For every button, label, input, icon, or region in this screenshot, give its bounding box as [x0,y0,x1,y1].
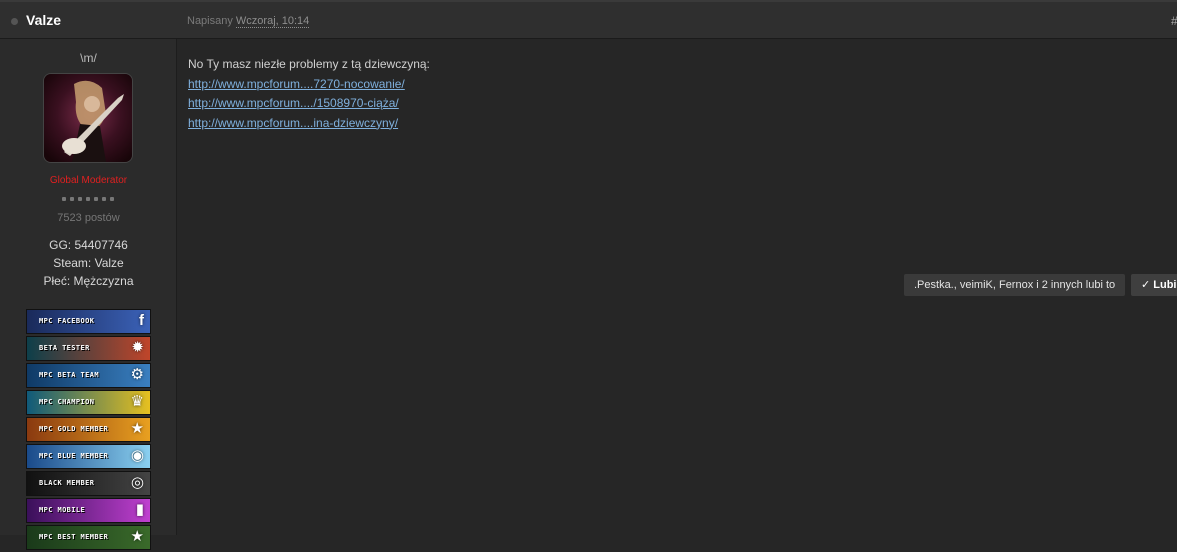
mobile-icon: ▮ [135,501,144,518]
award-badge: MPC FACEBOOK f [26,309,151,334]
rank-pip [62,197,66,201]
author-info-panel: \m/ Global Moderator 7523 postów GG: 544… [0,39,177,550]
award-label: MPC BEST MEMBER [39,533,109,541]
author-name-link[interactable]: Valze [26,12,61,28]
post-link[interactable]: http://www.mpcforum....ina-dziewczyny/ [188,114,430,134]
best-star-icon: ★ [130,528,144,545]
profile-field-steam: Steam: Valze [53,256,124,270]
award-label: MPC GOLD MEMBER [39,425,109,433]
award-label: BLACK MEMBER [39,479,95,487]
post-link[interactable]: http://www.mpcforum..../1508970-ciąża/ [188,94,430,114]
award-badge: BLACK MEMBER ◎ [26,471,151,496]
avatar[interactable] [43,73,133,163]
award-badge: BETA TESTER ✹ [26,336,151,361]
rank-pip [94,197,98,201]
profile-field-gg: GG: 54407746 [49,238,128,252]
like-button[interactable]: ✓ Lubię [1131,274,1177,296]
award-label: MPC CHAMPION [39,398,95,406]
post-time: Wczoraj, 10:14 [235,15,310,28]
blue-orb-icon: ◉ [130,447,144,464]
rank-pip [70,197,74,201]
gears-icon: ⚙ [130,366,144,383]
gold-star-icon: ★ [130,420,144,437]
post-header: Valze Napisany Wczoraj, 10:14 # [0,0,1177,39]
avatar-image [44,74,132,162]
award-label: MPC MOBILE [39,506,86,514]
post-text: No Ty masz niezłe problemy z tą dziewczy… [188,57,430,71]
award-badge: MPC BEST MEMBER ★ [26,525,151,550]
black-orb-icon: ◎ [130,474,144,491]
user-group: Global Moderator [49,175,128,186]
offline-status-icon [11,18,18,25]
likes-list-button[interactable]: .Pestka., veimiK, Fernox i 2 innych lubi… [904,274,1126,296]
rank-pip [78,197,82,201]
rank-pip [110,197,114,201]
trophy-icon: ♛ [130,393,144,410]
award-badges: MPC FACEBOOK f BETA TESTER ✹ MPC BETA TEAM ⚙ M… [26,309,151,552]
post-content: No Ty masz niezłe problemy z tą dziewczy… [188,55,430,133]
rank-pip [86,197,90,201]
profile-field-gender: Płeć: Mężczyzna [43,274,134,288]
award-badge: MPC MOBILE ▮ [26,498,151,523]
post-count: 7523 postów [57,212,120,224]
post-date: Napisany Wczoraj, 10:14 [187,15,310,28]
bug-icon: ✹ [131,339,144,356]
date-prefix: Napisany [187,15,233,27]
award-label: MPC FACEBOOK [39,317,95,325]
award-badge: MPC GOLD MEMBER ★ [26,417,151,442]
rank-pips [62,197,114,201]
rank-pip [102,197,106,201]
award-label: MPC BLUE MEMBER [39,452,109,460]
award-label: MPC BETA TEAM [39,371,99,379]
award-label: BETA TESTER [39,344,90,352]
award-badge: MPC CHAMPION ♛ [26,390,151,415]
post-link[interactable]: http://www.mpcforum....7270-nocowanie/ [188,75,430,95]
facebook-icon: f [139,312,144,329]
post-number-link[interactable]: # [1171,14,1177,28]
award-badge: MPC BLUE MEMBER ◉ [26,444,151,469]
custom-title: \m/ [80,51,97,65]
award-badge: MPC BETA TEAM ⚙ [26,363,151,388]
